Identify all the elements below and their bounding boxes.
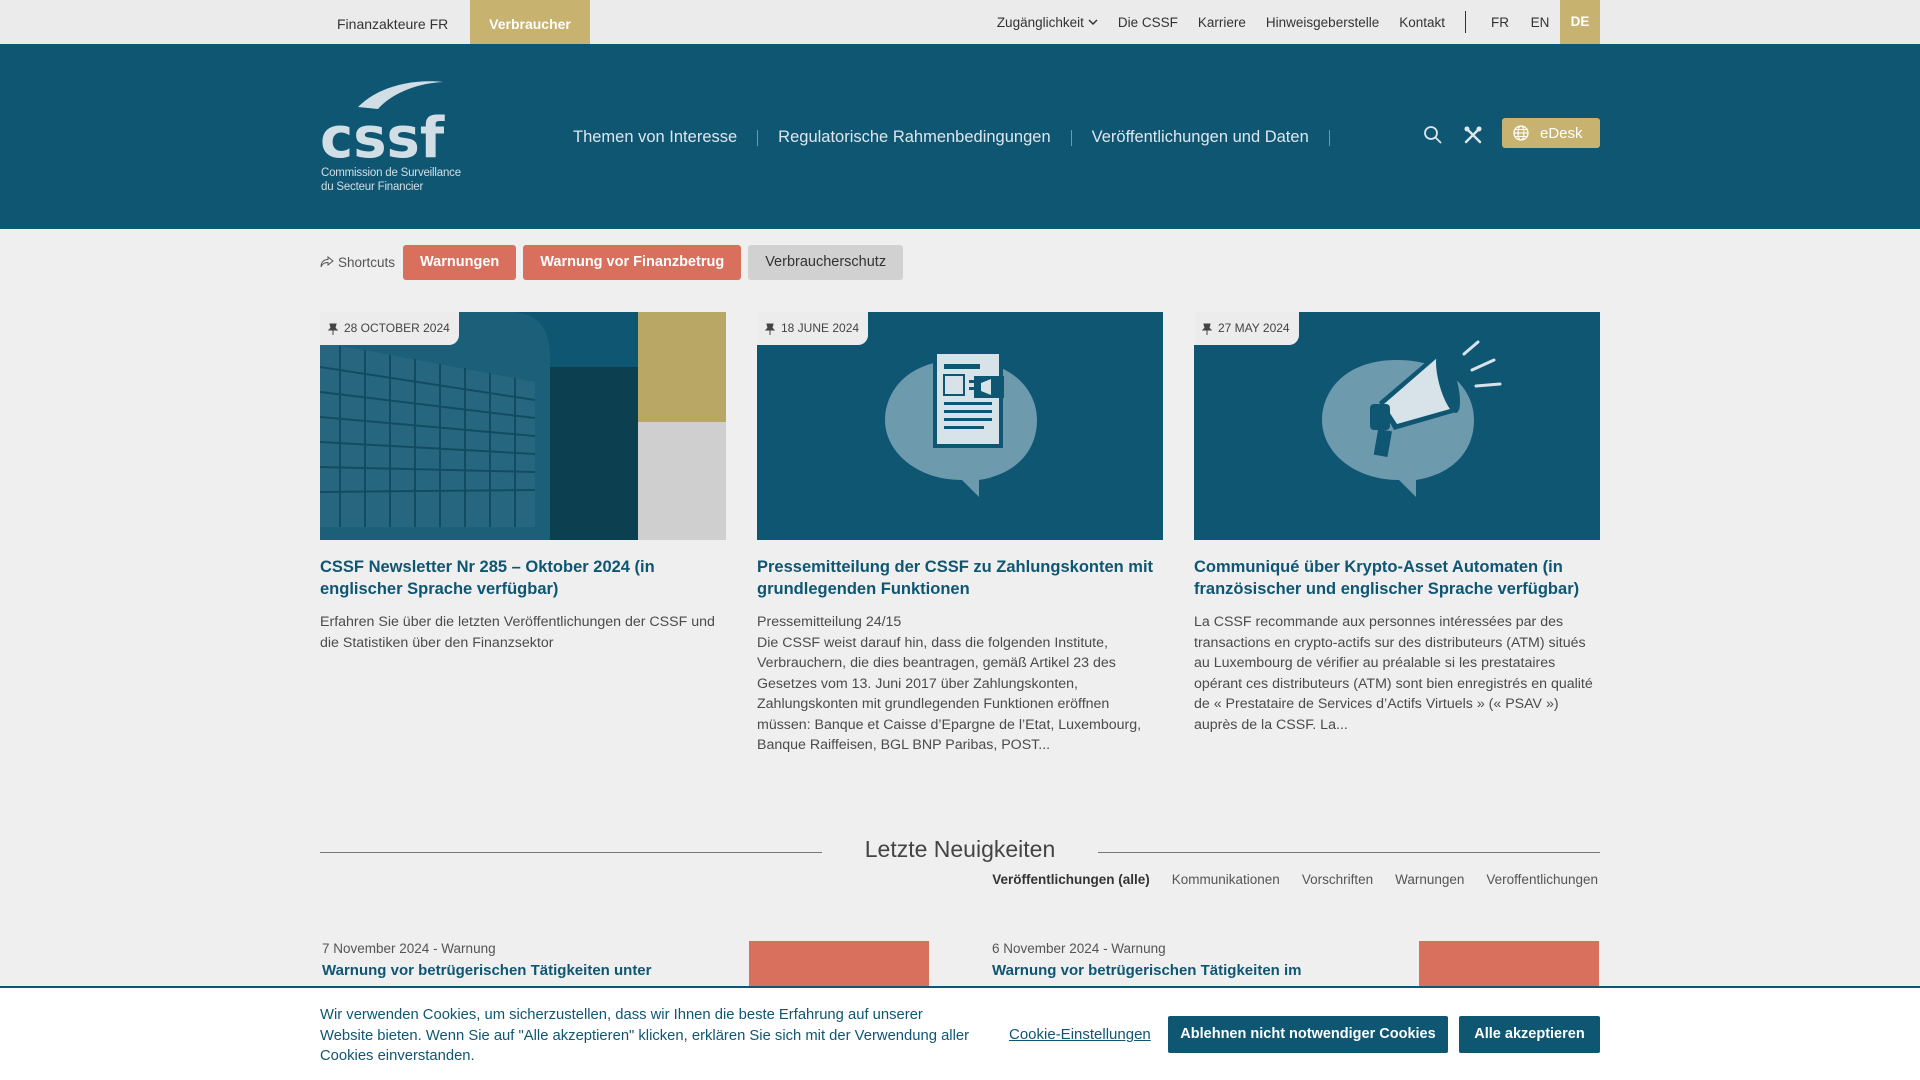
filter-warnungen[interactable]: Warnungen xyxy=(1395,872,1464,887)
news-item[interactable]: 6 November 2024 - Warnung Warnung vor be… xyxy=(992,941,1600,1001)
main-navigation: Themen von Interesse Regulatorische Rahm… xyxy=(573,128,1350,147)
chevron-down-icon xyxy=(1088,19,1098,26)
news-item[interactable]: 7 November 2024 - Warnung Warnung vor be… xyxy=(322,941,929,1001)
utility-links: Zugänglichkeit Die CSSF Karriere Hinweis… xyxy=(977,0,1600,44)
link-die-cssf[interactable]: Die CSSF xyxy=(1118,15,1178,30)
link-hinweisgeberstelle[interactable]: Hinweisgeberstelle xyxy=(1266,15,1379,30)
featured-card[interactable]: 28 OCTOBER 2024 CSSF Newsletter Nr 285 –… xyxy=(320,312,726,653)
logo-subtitle: Commission de Surveillance du Secteur Fi… xyxy=(321,166,461,194)
filter-all[interactable]: Veröffentlichungen (alle) xyxy=(992,872,1150,887)
card-date: 28 OCTOBER 2024 xyxy=(344,321,450,335)
search-icon[interactable] xyxy=(1422,124,1444,146)
shortcut-verbraucherschutz[interactable]: Verbraucherschutz xyxy=(748,244,904,280)
card-title[interactable]: Communiqué über Krypto-Asset Automaten (… xyxy=(1194,556,1600,600)
shortcuts-label: Shortcuts xyxy=(338,254,396,270)
accessibility-label: Zugänglichkeit xyxy=(996,14,1084,30)
shortcut-finanzbetrug[interactable]: Warnung vor Finanzbetrug xyxy=(523,244,742,280)
pin-icon xyxy=(765,323,775,335)
card-title[interactable]: Pressemitteilung der CSSF zu Zahlungskon… xyxy=(757,556,1163,600)
site-header: cssf Commission de Surveillance du Secte… xyxy=(0,44,1920,229)
cssf-logo[interactable]: cssf Commission de Surveillance du Secte… xyxy=(320,79,470,199)
card-date: 18 JUNE 2024 xyxy=(781,321,860,335)
accessibility-menu[interactable]: Zugänglichkeit xyxy=(997,15,1098,30)
filter-veroffentlichungen[interactable]: Veroffentlichungen xyxy=(1486,872,1598,887)
latest-news-heading: Letzte Neuigkeiten xyxy=(320,836,1600,866)
nav-divider xyxy=(757,129,759,146)
card-date-badge: 18 JUNE 2024 xyxy=(757,312,869,345)
globe-icon xyxy=(1513,125,1529,141)
audience-verbraucher[interactable]: Verbraucher xyxy=(470,0,590,44)
card-date-badge: 28 OCTOBER 2024 xyxy=(320,312,459,345)
pin-icon xyxy=(1202,323,1212,335)
card-date-badge: 27 MAY 2024 xyxy=(1194,312,1299,345)
nav-themen[interactable]: Themen von Interesse xyxy=(573,128,737,147)
tools-icon[interactable] xyxy=(1462,124,1484,146)
card-title[interactable]: CSSF Newsletter Nr 285 – Oktober 2024 (i… xyxy=(320,556,726,600)
nav-divider xyxy=(1328,129,1330,146)
link-kontakt[interactable]: Kontakt xyxy=(1399,15,1445,30)
lang-en[interactable]: EN xyxy=(1520,15,1560,30)
edesk-label: eDesk xyxy=(1540,124,1583,142)
card-image-press[interactable]: 18 JUNE 2024 xyxy=(757,312,1163,540)
building-illustration xyxy=(320,312,726,540)
cookie-banner: Wir verwenden Cookies, um sicherzustelle… xyxy=(0,986,1920,1080)
lang-fr[interactable]: FR xyxy=(1480,15,1520,30)
card-excerpt: Erfahren Sie über die letzten Veröffentl… xyxy=(320,614,715,651)
cssf-wordmark: cssf xyxy=(320,81,445,171)
divider xyxy=(1465,11,1466,33)
latest-news-title: Letzte Neuigkeiten xyxy=(864,836,1056,862)
edesk-button[interactable]: eDesk xyxy=(1502,118,1600,148)
logo-sub-line-1: Commission de Surveillance xyxy=(321,167,461,179)
logo-sub-line-2: du Secteur Financier xyxy=(321,181,424,193)
filter-kommunikationen[interactable]: Kommunikationen xyxy=(1172,872,1280,887)
megaphone-illustration xyxy=(1194,312,1600,540)
reject-cookies-button[interactable]: Ablehnen nicht notwendiger Cookies xyxy=(1168,1016,1448,1053)
shortcuts-label-group: Shortcuts xyxy=(320,255,395,270)
cookie-settings-link[interactable]: Cookie-Einstellungen xyxy=(1009,1026,1151,1043)
nav-divider xyxy=(1070,129,1072,146)
audience-finanzakteure[interactable]: Finanzakteure FR xyxy=(320,0,465,44)
share-icon xyxy=(320,256,334,268)
card-date: 27 MAY 2024 xyxy=(1218,321,1290,335)
shortcuts-bar: Shortcuts Warnungen Warnung vor Finanzbe… xyxy=(320,244,910,280)
featured-card[interactable]: 18 JUNE 2024 Pressemitteilung der CSSF z… xyxy=(757,312,1163,756)
nav-regulatorisch[interactable]: Regulatorische Rahmenbedingungen xyxy=(778,128,1050,147)
shortcut-warnungen[interactable]: Warnungen xyxy=(403,244,517,280)
link-karriere[interactable]: Karriere xyxy=(1198,15,1246,30)
filter-vorschriften[interactable]: Vorschriften xyxy=(1302,872,1373,887)
card-image-megaphone[interactable]: 27 MAY 2024 xyxy=(1194,312,1600,540)
accept-cookies-button[interactable]: Alle akzeptieren xyxy=(1459,1016,1600,1053)
card-excerpt: La CSSF recommande aux personnes intéres… xyxy=(1194,614,1593,733)
featured-card[interactable]: 27 MAY 2024 Communiqué über Krypto-Asset… xyxy=(1194,312,1600,735)
cookie-message: Wir verwenden Cookies, um sicherzustelle… xyxy=(320,1007,970,1064)
logo-text: cssf xyxy=(320,106,445,165)
nav-veroeffentlichungen[interactable]: Veröffentlichungen und Daten xyxy=(1092,128,1309,147)
news-filters: Veröffentlichungen (alle) Kommunikatione… xyxy=(970,872,1598,887)
card-excerpt: Pressemitteilung 24/15 Die CSSF weist da… xyxy=(757,614,1142,753)
lang-de[interactable]: DE xyxy=(1560,0,1600,44)
card-image-building[interactable]: 28 OCTOBER 2024 xyxy=(320,312,726,540)
press-release-illustration xyxy=(757,312,1163,540)
pin-icon xyxy=(328,323,338,335)
top-utility-bar: Finanzakteure FR Verbraucher Zugänglichk… xyxy=(0,0,1920,44)
